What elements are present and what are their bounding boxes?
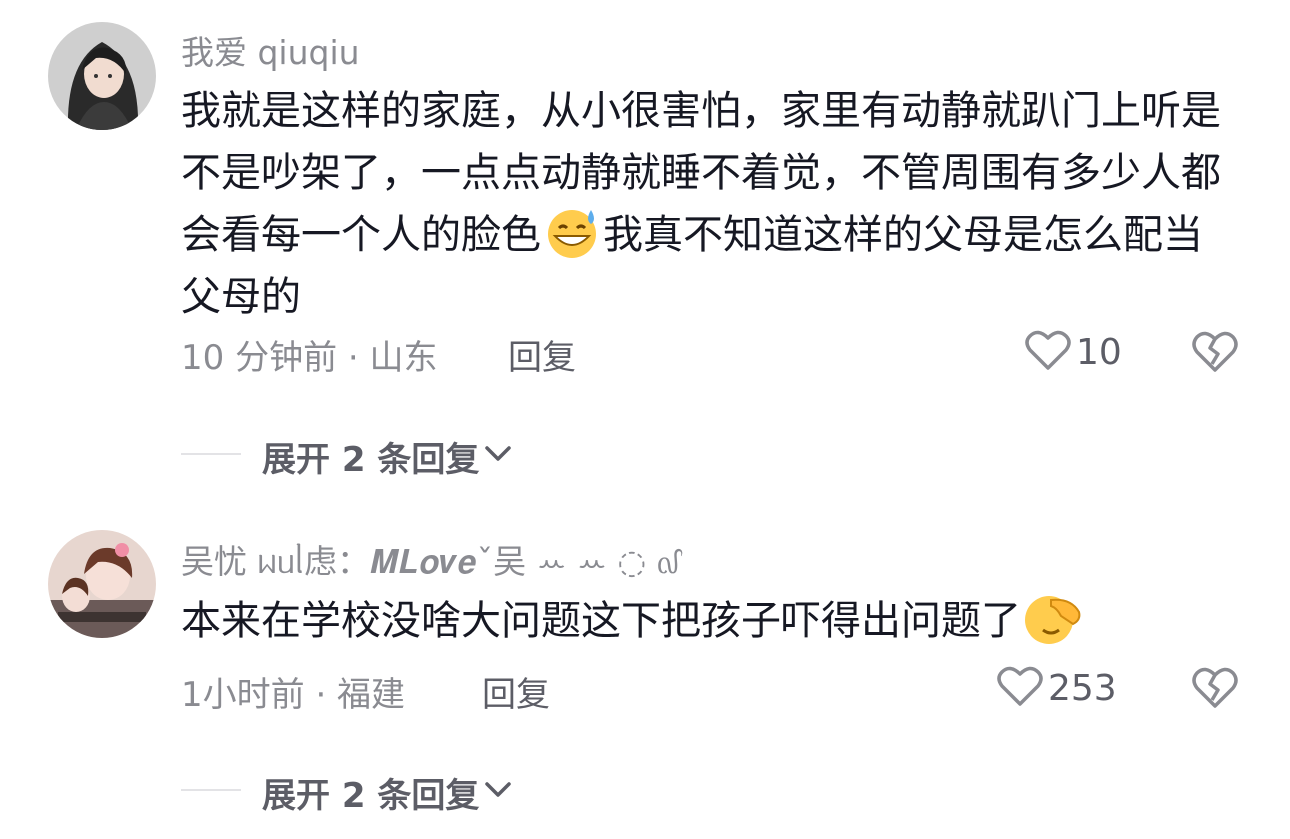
comment-text: 我就是这样的家庭，从小很害怕，家里有动静就趴门上听是不是吵架了，一点点动静就睡不…: [181, 88, 1221, 320]
divider: [181, 453, 241, 455]
grinning-sweat-emoji: [541, 204, 603, 260]
comment-meta: 1小时前 · 福建: [181, 675, 406, 715]
username[interactable]: 我爱 qiuqiu: [181, 26, 360, 74]
avatar[interactable]: [48, 530, 156, 638]
broken-heart-icon[interactable]: [1190, 328, 1240, 378]
comment-meta: 10 分钟前 · 山东: [181, 338, 438, 378]
broken-heart-icon[interactable]: [1190, 664, 1240, 714]
expand-replies-button[interactable]: 展开 2 条回复: [262, 768, 515, 817]
reply-button[interactable]: 回复: [482, 667, 550, 716]
chevron-down-icon: [479, 773, 515, 813]
heart-icon: [996, 664, 1044, 712]
heart-icon: [1024, 328, 1072, 376]
comment-text: 本来在学校没啥大问题这下把孩子吓得出问题了: [181, 590, 1241, 652]
chevron-down-icon: [479, 437, 515, 477]
like-count: 10: [1076, 331, 1122, 373]
like-button[interactable]: 10: [1024, 328, 1122, 376]
avatar[interactable]: [48, 22, 156, 130]
facepalm-emoji: [1021, 590, 1083, 646]
reply-button[interactable]: 回复: [508, 330, 576, 379]
like-count: 253: [1048, 667, 1117, 709]
username[interactable]: 吴忧 ᥕᥙᥣ虑：𝑴𝑳𝒐𝒗𝒆ˇ吴 ꕀ ꕀ ◌ ᧞: [181, 535, 679, 584]
expand-replies-button[interactable]: 展开 2 条回复: [262, 432, 515, 481]
divider: [181, 789, 241, 791]
like-button[interactable]: 253: [996, 664, 1117, 712]
